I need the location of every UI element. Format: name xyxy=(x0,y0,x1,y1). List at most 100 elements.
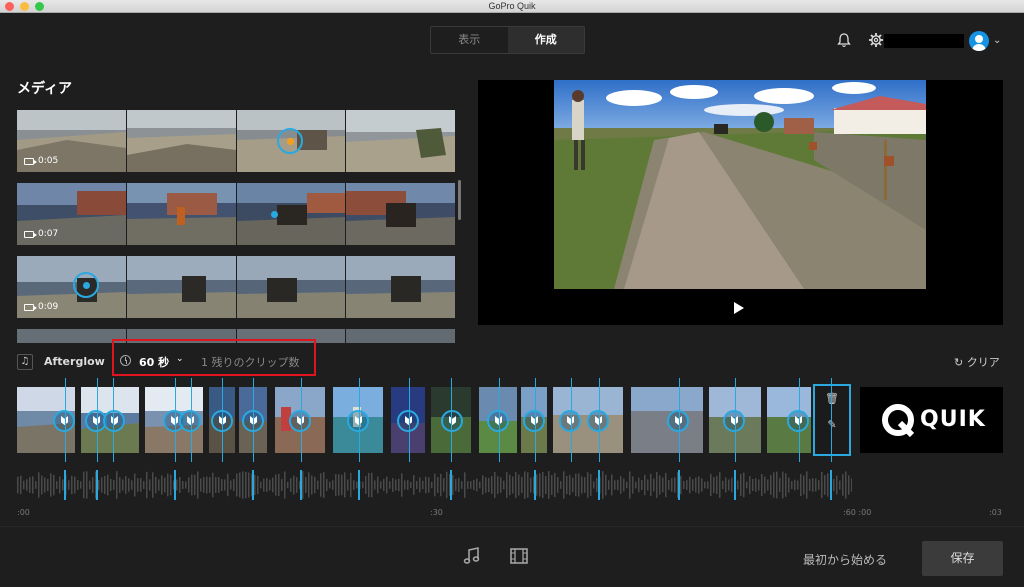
waveform-bar xyxy=(224,479,226,491)
highlight-marker[interactable] xyxy=(723,410,745,432)
waveform-bar xyxy=(197,471,199,499)
audio-waveform[interactable] xyxy=(17,468,852,502)
clear-button[interactable]: ↻ クリア xyxy=(954,354,1000,370)
waveform-bar xyxy=(329,481,331,489)
media-item[interactable]: 0:07 xyxy=(17,183,455,245)
tab-view[interactable]: 表示 xyxy=(431,27,508,53)
waveform-bar xyxy=(356,481,358,489)
media-scrollbar[interactable] xyxy=(458,180,461,220)
waveform-bar xyxy=(44,477,46,493)
waveform-bar xyxy=(482,475,484,495)
video-icon xyxy=(24,303,37,311)
waveform-bar xyxy=(68,480,70,490)
waveform-bar xyxy=(800,474,802,496)
timeline-clip[interactable] xyxy=(553,387,623,453)
highlight-marker[interactable] xyxy=(587,410,609,432)
waveform-bar xyxy=(668,480,670,490)
timeline-clip[interactable] xyxy=(275,387,325,453)
waveform-bar xyxy=(776,471,778,499)
music-icon[interactable] xyxy=(462,547,482,565)
tab-create[interactable]: 作成 xyxy=(507,27,584,53)
waveform-bar xyxy=(584,477,586,493)
highlight-marker[interactable] xyxy=(523,410,545,432)
highlight-marker[interactable] xyxy=(53,410,75,432)
avatar[interactable] xyxy=(969,31,989,51)
waveform-bar xyxy=(116,471,118,499)
waveform-bar xyxy=(305,476,307,494)
username-redacted xyxy=(884,34,964,48)
play-icon[interactable] xyxy=(734,302,744,314)
timeline-clip[interactable] xyxy=(521,387,547,453)
waveform-bar xyxy=(263,478,265,492)
film-strip-icon[interactable] xyxy=(509,547,529,565)
gear-icon[interactable] xyxy=(868,32,884,48)
media-item[interactable]: 0:09 xyxy=(17,256,455,318)
highlight-marker[interactable] xyxy=(289,410,311,432)
timeline-clip[interactable] xyxy=(479,387,517,453)
video-thumbnail xyxy=(126,110,236,172)
timeline-clip[interactable] xyxy=(391,387,425,453)
waveform-bar xyxy=(842,474,844,496)
highlight-marker[interactable] xyxy=(179,410,201,432)
waveform-bar xyxy=(164,477,166,493)
waveform-bar xyxy=(578,473,580,497)
waveform-bar xyxy=(716,475,718,495)
waveform-bar xyxy=(374,480,376,490)
music-note-icon[interactable]: ♫ xyxy=(17,354,33,370)
video-thumbnail xyxy=(17,329,126,343)
highlight-marker[interactable] xyxy=(103,410,125,432)
media-item[interactable]: 0:05 xyxy=(17,110,455,172)
trash-icon[interactable]: 🗑 xyxy=(825,392,839,406)
timeline-clip[interactable] xyxy=(81,387,139,453)
waveform-bar xyxy=(257,475,259,495)
duration-label: 0:09 xyxy=(24,302,58,312)
timeline-clip[interactable] xyxy=(631,387,703,453)
highlight-line xyxy=(799,378,800,462)
timeline-clip[interactable] xyxy=(145,387,203,453)
highlight-marker[interactable] xyxy=(559,410,581,432)
highlight-line xyxy=(222,378,223,462)
waveform-bar xyxy=(725,477,727,493)
waveform-bar xyxy=(647,479,649,491)
waveform-bar xyxy=(623,478,625,492)
restart-button[interactable]: 最初から始める xyxy=(803,551,887,568)
chevron-down-icon[interactable]: ⌄ xyxy=(176,354,184,364)
save-button[interactable]: 保存 xyxy=(922,541,1003,576)
waveform-bar xyxy=(320,473,322,497)
highlight-marker[interactable] xyxy=(487,410,509,432)
waveform-bar xyxy=(152,472,154,498)
chevron-down-icon[interactable]: ⌄ xyxy=(993,35,1001,46)
highlight-marker[interactable] xyxy=(667,410,689,432)
timeline-clip[interactable] xyxy=(17,387,75,453)
highlight-marker[interactable] xyxy=(347,410,369,432)
highlight-marker[interactable] xyxy=(787,410,809,432)
footer: 最初から始める 保存 xyxy=(0,526,1024,587)
waveform-bar xyxy=(782,471,784,499)
tick-label: :03 xyxy=(989,508,1002,517)
waveform-bar xyxy=(137,478,139,492)
waveform-bar xyxy=(773,472,775,498)
timeline-clip[interactable] xyxy=(767,387,811,453)
video-preview[interactable] xyxy=(478,80,1003,325)
selected-clip-tools[interactable]: 🗑 ✎ xyxy=(813,384,851,456)
pencil-icon[interactable]: ✎ xyxy=(825,418,839,432)
waveform-bar xyxy=(746,481,748,489)
waveform-bar xyxy=(710,473,712,497)
highlight-marker[interactable] xyxy=(397,410,419,432)
media-list: 0:05 0:07 0:09 xyxy=(17,110,455,343)
duration-select[interactable]: 60 秒 xyxy=(139,354,169,370)
timeline-clip[interactable] xyxy=(333,387,383,453)
waveform-bar xyxy=(476,478,478,492)
waveform-bar xyxy=(113,480,115,490)
waveform-bar xyxy=(293,475,295,495)
bell-icon[interactable] xyxy=(836,32,852,48)
waveform-bar xyxy=(275,474,277,496)
song-title[interactable]: Afterglow xyxy=(44,355,105,368)
waveform-bar xyxy=(692,479,694,491)
waveform-bar xyxy=(671,478,673,492)
highlight-marker[interactable] xyxy=(441,410,463,432)
waveform-bar xyxy=(458,478,460,492)
highlight-line xyxy=(359,378,360,462)
waveform-bar xyxy=(50,473,52,497)
waveform-bar xyxy=(617,479,619,491)
